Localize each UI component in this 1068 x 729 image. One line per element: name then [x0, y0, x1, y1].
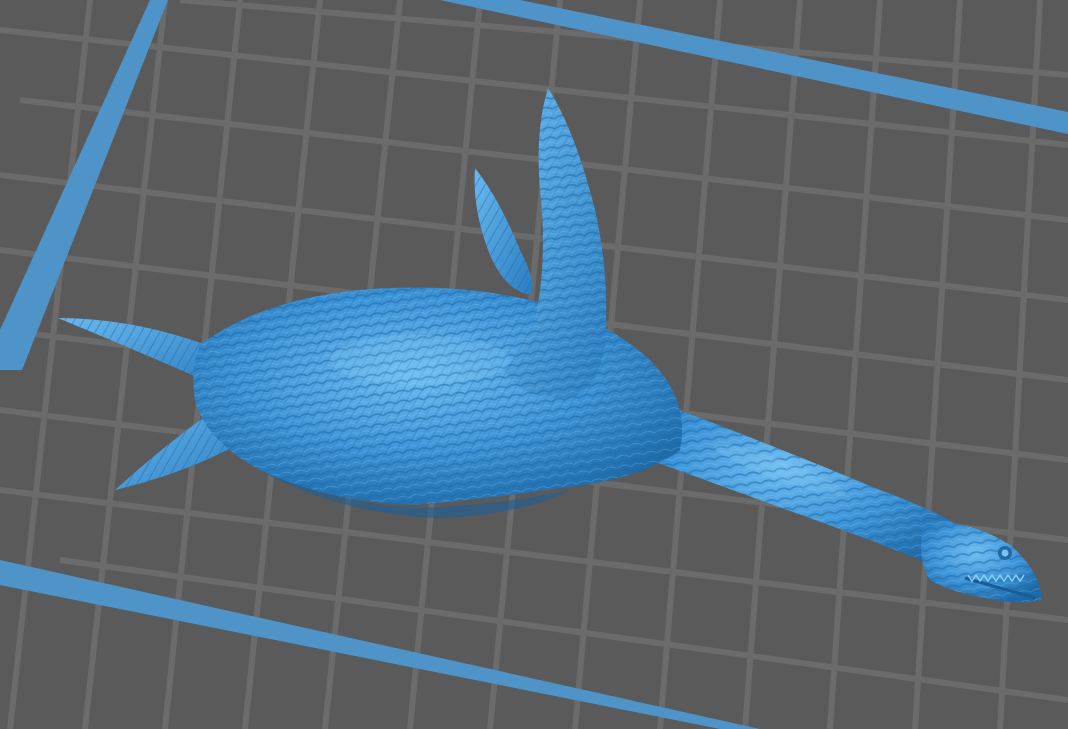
- 3d-viewport[interactable]: [0, 0, 1068, 729]
- viewport-canvas[interactable]: [0, 0, 1068, 729]
- plesiosaur-model[interactable]: [58, 88, 1042, 603]
